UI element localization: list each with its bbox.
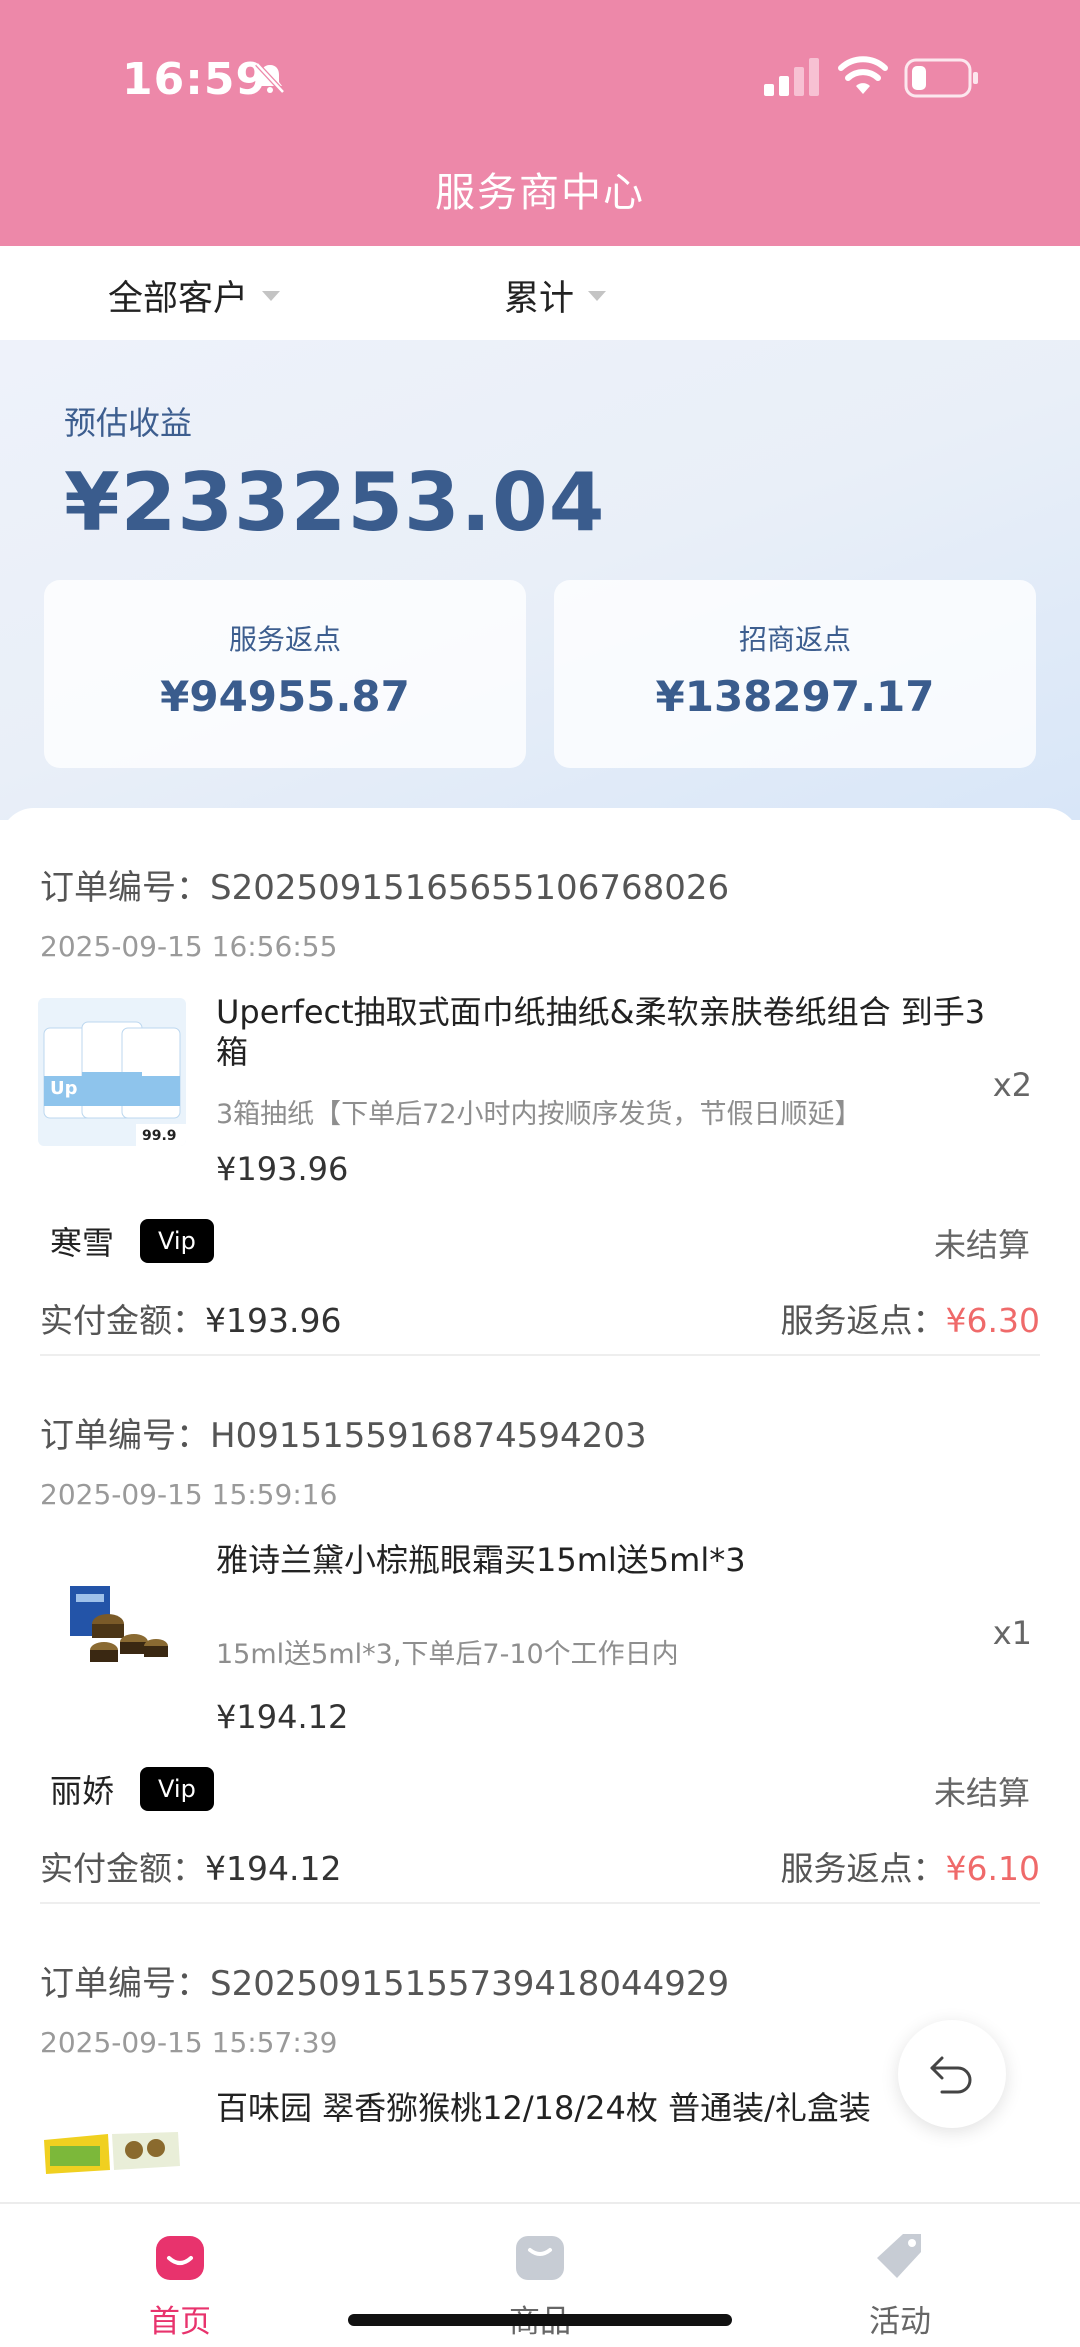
svg-text:Up: Up <box>50 1078 78 1099</box>
vip-badge: Vip <box>140 1219 214 1263</box>
page-title: 服务商中心 <box>435 170 645 216</box>
customer-filter[interactable]: 全部客户 <box>108 270 281 321</box>
order-number: 订单编号：H0915155916874594203 <box>40 1416 647 1456</box>
product-thumbnail <box>38 1546 186 1694</box>
caret-down-icon <box>262 290 281 301</box>
product-spec: 3箱抽纸【下单后72小时内按顺序发货，节假日顺延】 <box>216 1099 862 1130</box>
tab-label: 活动 <box>869 2304 931 2340</box>
order-time: 2025-09-15 15:59:16 <box>40 1478 338 1511</box>
order-list: 订单编号：S2025091516565510676802​6 2025-09-1… <box>0 808 1080 2208</box>
service-rebate: 服务返点：¥6.30 <box>781 1294 1040 1342</box>
service-rebate-value: ¥94955.87 <box>160 672 410 721</box>
paid-amount-value: ¥194.12 <box>205 1849 342 1888</box>
signal-icon <box>764 58 819 96</box>
merchant-rebate-label: 招商返点 <box>738 623 851 656</box>
service-rebate: 服务返点：¥6.10 <box>781 1842 1040 1890</box>
paid-amount: 实付金额：¥193.96 <box>40 1294 341 1342</box>
customer-filter-label: 全部客户 <box>108 279 249 319</box>
paid-amount-value: ¥193.96 <box>205 1301 342 1340</box>
estimated-earnings-label: 预估收益 <box>64 404 193 442</box>
order-card[interactable]: 订单编号：S2025091516565510676802​6 2025-09-1… <box>0 808 1080 1356</box>
order-card[interactable]: 订单编号：H0915155916874594203 2025-09-15 15:… <box>0 1356 1080 1904</box>
tag-icon <box>877 2234 921 2278</box>
caret-down-icon <box>588 290 607 301</box>
product-thumbnail: Up 99.9 <box>38 998 186 1146</box>
tab-label: 首页 <box>149 2304 211 2340</box>
home-icon <box>156 2236 204 2280</box>
vip-badge: Vip <box>140 1767 214 1811</box>
earnings-summary: 预估收益 ¥233253.04 服务返点 ¥94955.87 招商返点 ¥138… <box>0 340 1080 820</box>
merchant-rebate-value: ¥138297.17 <box>655 672 935 721</box>
tab-activities[interactable]: 活动 <box>800 2214 1000 2341</box>
buyer-info: 丽娇 Vip <box>50 1766 214 1812</box>
order-time: 2025-09-15 15:57:39 <box>40 2026 338 2059</box>
top-bar: 16:59 服务商中心 <box>0 0 1080 246</box>
bell-off-icon <box>255 62 285 94</box>
battery-icon <box>904 58 978 98</box>
paid-amount: 实付金额：¥194.12 <box>40 1842 341 1890</box>
product-thumbnail <box>38 2094 186 2208</box>
paid-amount-label: 实付金额： <box>40 1301 205 1340</box>
buyer-info: 寒雪 Vip <box>50 1218 214 1264</box>
floating-back-button[interactable] <box>898 2020 1006 2128</box>
product-title: 雅诗兰黛小棕瓶眼霜买15ml送5ml*3 <box>216 1541 746 1579</box>
estimated-earnings-value: ¥233253.04 <box>64 456 606 549</box>
undo-icon <box>930 2056 972 2094</box>
merchant-rebate-card: 招商返点 ¥138297.17 <box>554 580 1036 768</box>
filter-bar: 全部客户 累计 <box>0 246 1080 340</box>
order-time: 2025-09-15 16:56:55 <box>40 930 338 963</box>
service-rebate-label: 服务返点 <box>228 623 341 656</box>
product-price: ¥193.96 <box>216 1150 349 1188</box>
settlement-status: 未结算 <box>933 1226 1030 1264</box>
order-number: 订单编号：S20250915155739418044929 <box>40 1964 730 2004</box>
thumbnail-price: 99.9 <box>142 1128 177 1144</box>
tab-home[interactable]: 首页 <box>80 2214 280 2341</box>
buyer-name: 丽娇 <box>50 1772 115 1810</box>
service-rebate-value: ¥6.30 <box>945 1301 1040 1340</box>
settlement-status: 未结算 <box>933 1774 1030 1812</box>
shopping-bag-icon <box>516 2236 564 2280</box>
order-number: 订单编号：S2025091516565510676802​6 <box>40 868 730 908</box>
product-spec: 15ml送5ml*3,下单后7-10个工作日内 <box>216 1639 679 1670</box>
home-indicator <box>348 2314 732 2326</box>
service-rebate-label: 服务返点： <box>780 1301 946 1340</box>
product-quantity: x1 <box>992 1614 1032 1652</box>
service-rebate-card: 服务返点 ¥94955.87 <box>44 580 526 768</box>
period-filter-label: 累计 <box>504 279 575 319</box>
product-quantity: x2 <box>992 1066 1032 1104</box>
service-rebate-value: ¥6.10 <box>945 1849 1040 1888</box>
period-filter[interactable]: 累计 <box>504 270 607 321</box>
status-time: 16:59 <box>122 54 268 105</box>
paid-amount-label: 实付金额： <box>40 1849 205 1888</box>
product-title: 百味园 翠香猕猴桃12/18/24枚 普通装/礼盒装 <box>216 2089 871 2127</box>
service-rebate-label: 服务返点： <box>780 1849 946 1888</box>
product-title: Uperfect抽取式面巾纸抽纸&柔软亲肤卷纸组合 到手3箱 <box>216 993 986 1071</box>
product-price: ¥194.12 <box>216 1698 349 1736</box>
wifi-icon <box>838 56 888 94</box>
buyer-name: 寒雪 <box>50 1224 115 1262</box>
